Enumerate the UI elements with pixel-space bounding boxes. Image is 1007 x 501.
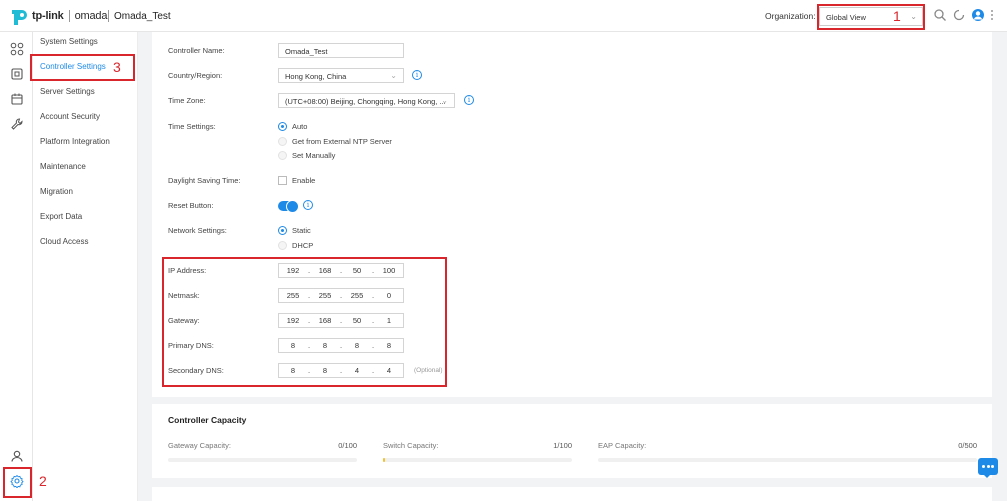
- annotation-number-2: 2: [39, 473, 47, 489]
- dst-enable-label: Enable: [292, 176, 316, 185]
- gateway-capacity-value: 0/100: [338, 441, 357, 450]
- tp-link-logo-icon: [10, 7, 30, 25]
- country-select[interactable]: Hong Kong, China ⌄: [278, 68, 404, 83]
- eap-capacity-bar: [598, 458, 977, 462]
- organization-label: Organization:: [765, 11, 816, 21]
- user-icon[interactable]: [10, 449, 24, 463]
- subnav-item-system-settings[interactable]: System Settings: [40, 34, 98, 50]
- timezone-select[interactable]: (UTC+08:00) Beijing, Chongqing, Hong Kon…: [278, 93, 455, 108]
- search-icon[interactable]: [933, 8, 947, 22]
- devices-icon[interactable]: [10, 67, 24, 81]
- switch-capacity-value: 1/100: [553, 441, 572, 450]
- subnav-item-migration[interactable]: Migration: [40, 184, 73, 200]
- logo-divider: [68, 10, 70, 22]
- controller-name-value: Omada_Test: [285, 47, 328, 56]
- country-value: Hong Kong, China: [285, 72, 347, 81]
- annotation-number-1: 1: [893, 8, 901, 24]
- left-rail: [0, 32, 33, 501]
- network-static-label: Static: [292, 226, 311, 235]
- header-divider: [108, 10, 109, 22]
- subnav-item-export-data[interactable]: Export Data: [40, 209, 82, 225]
- site-name: Omada_Test: [114, 11, 171, 22]
- controller-name-input[interactable]: Omada_Test: [278, 43, 404, 58]
- info-icon[interactable]: i: [464, 95, 474, 105]
- brand-text: tp-link: [32, 10, 64, 22]
- settings-subnav: System Settings Controller Settings Serv…: [33, 32, 138, 501]
- subnav-item-cloud-access[interactable]: Cloud Access: [40, 234, 88, 250]
- country-label: Country/Region:: [168, 71, 223, 80]
- info-icon[interactable]: i: [303, 200, 313, 210]
- annotation-box-settings: [3, 467, 32, 498]
- switch-capacity-label: Switch Capacity:: [383, 441, 439, 450]
- time-ntp-radio[interactable]: [278, 137, 287, 146]
- more-icon[interactable]: [990, 8, 994, 22]
- network-dhcp-label: DHCP: [292, 241, 314, 250]
- subnav-item-platform-integration[interactable]: Platform Integration: [40, 134, 110, 150]
- dst-enable-checkbox[interactable]: [278, 176, 287, 185]
- subnav-item-account-security[interactable]: Account Security: [40, 109, 100, 125]
- gateway-capacity-bar: [168, 458, 357, 462]
- network-dhcp-radio[interactable]: [278, 241, 287, 250]
- tp-link-logo[interactable]: tp-link omada: [10, 7, 107, 25]
- time-ntp-label: Get from External NTP Server: [292, 137, 392, 146]
- annotation-number-3: 3: [113, 59, 121, 75]
- calendar-icon[interactable]: [10, 92, 24, 106]
- chevron-down-icon: ⌄: [390, 71, 397, 80]
- network-static-radio[interactable]: [278, 226, 287, 235]
- eap-capacity-label: EAP Capacity:: [598, 441, 647, 450]
- time-auto-radio[interactable]: [278, 122, 287, 131]
- switch-capacity-bar: [383, 458, 572, 462]
- switch-capacity-fill: [383, 458, 385, 462]
- timezone-value: (UTC+08:00) Beijing, Chongqing, Hong Kon…: [285, 97, 446, 106]
- reset-button-toggle[interactable]: [278, 200, 299, 213]
- subnav-item-server-settings[interactable]: Server Settings: [40, 84, 95, 100]
- network-settings-label: Network Settings:: [168, 226, 227, 235]
- annotation-box-organization: [817, 4, 925, 30]
- controller-capacity-card: [152, 404, 992, 478]
- timezone-label: Time Zone:: [168, 96, 206, 105]
- refresh-icon[interactable]: [952, 8, 966, 22]
- dashboard-icon[interactable]: [10, 42, 24, 56]
- avatar[interactable]: [971, 8, 985, 22]
- gateway-capacity-label: Gateway Capacity:: [168, 441, 231, 450]
- wrench-icon[interactable]: [10, 117, 24, 131]
- dst-label: Daylight Saving Time:: [168, 176, 241, 185]
- time-manual-label: Set Manually: [292, 151, 336, 160]
- controller-name-label: Controller Name:: [168, 46, 225, 55]
- capacity-title: Controller Capacity: [168, 415, 247, 425]
- product-text: omada: [74, 10, 108, 22]
- time-settings-label: Time Settings:: [168, 122, 216, 131]
- chat-icon: [982, 465, 994, 468]
- annotation-box-ip-settings: [162, 257, 447, 387]
- time-auto-label: Auto: [292, 122, 308, 131]
- subnav-item-maintenance[interactable]: Maintenance: [40, 159, 86, 175]
- time-manual-radio[interactable]: [278, 151, 287, 160]
- chat-button[interactable]: [978, 458, 998, 478]
- reset-button-label: Reset Button:: [168, 201, 214, 210]
- chevron-down-icon: ⌄: [441, 96, 448, 105]
- top-icons: [933, 8, 994, 22]
- next-section-card: [152, 487, 992, 501]
- eap-capacity-value: 0/500: [958, 441, 977, 450]
- info-icon[interactable]: i: [412, 70, 422, 80]
